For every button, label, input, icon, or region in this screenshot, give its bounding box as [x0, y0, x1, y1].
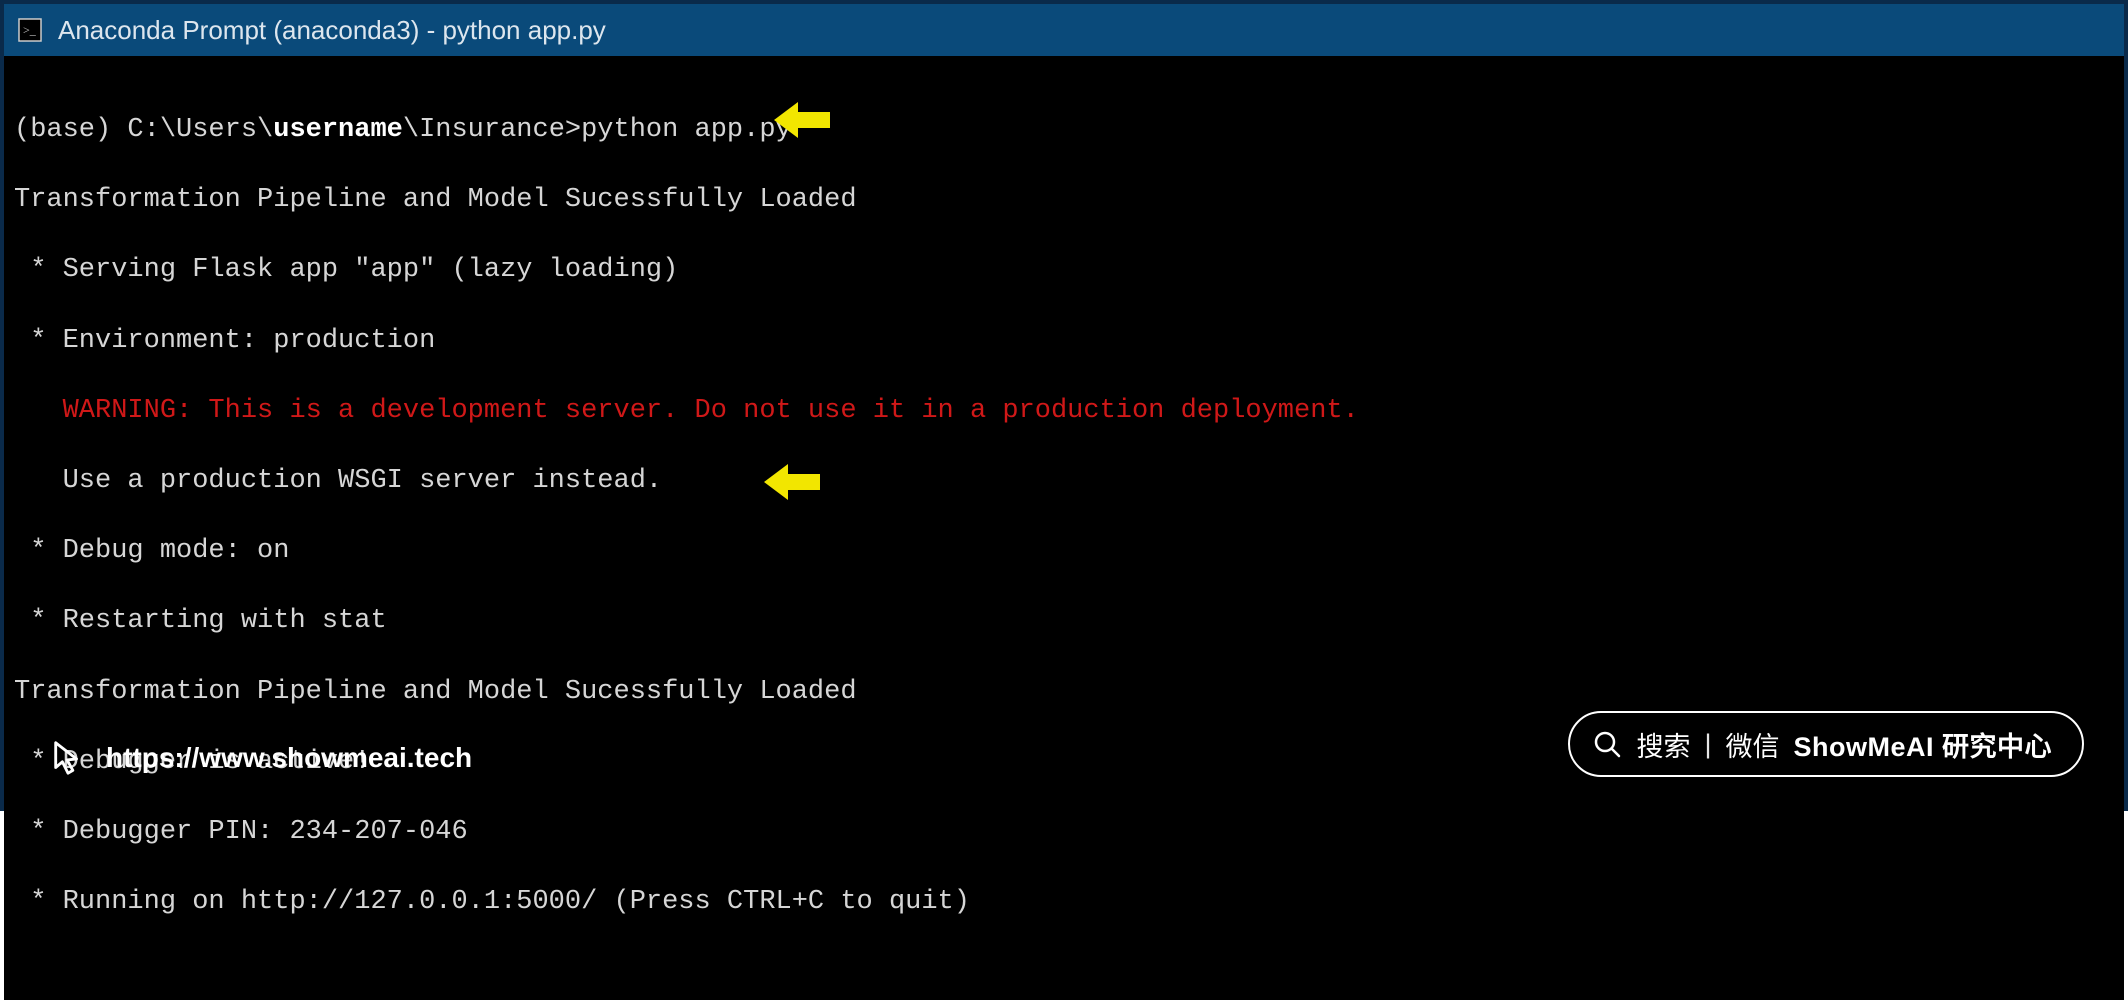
- search-pill[interactable]: 搜索 | 微信 ShowMeAI 研究中心: [1568, 711, 2084, 777]
- separator: |: [1704, 729, 1711, 760]
- output-line: * Running on http://127.0.0.1:5000/ (Pre…: [14, 885, 2114, 920]
- terminal-output[interactable]: (base) C:\Users\username\Insurance>pytho…: [4, 56, 2124, 1000]
- output-line: * Debug mode: on: [14, 534, 2114, 569]
- search-icon: [1592, 729, 1622, 759]
- output-line: * Debugger PIN: 234-207-046: [14, 815, 2114, 850]
- annotation-arrow-icon: [774, 100, 830, 140]
- search-label: 搜索: [1636, 725, 1690, 764]
- title-bar[interactable]: >_ Anaconda Prompt (anaconda3) - python …: [4, 4, 2124, 56]
- output-line: * Environment: production: [14, 324, 2114, 359]
- terminal-window: >_ Anaconda Prompt (anaconda3) - python …: [0, 0, 2128, 811]
- wechat-label: 微信: [1725, 725, 1779, 764]
- output-line: * Serving Flask app "app" (lazy loading): [14, 253, 2114, 288]
- warning-text: WARNING: This is a development server. D…: [63, 396, 1359, 426]
- svg-text:>_: >_: [23, 23, 37, 37]
- footer-url: https://www.showmeai.tech: [106, 742, 472, 774]
- output-line: Transformation Pipeline and Model Sucess…: [14, 183, 2114, 218]
- prompt-suffix: \Insurance>python app.py: [403, 115, 792, 145]
- prompt-username: username: [273, 115, 403, 145]
- window-title: Anaconda Prompt (anaconda3) - python app…: [58, 15, 606, 46]
- prompt-line: (base) C:\Users\username\Insurance>pytho…: [14, 113, 2114, 148]
- annotation-arrow-icon: [764, 462, 820, 502]
- output-line: * Restarting with stat: [14, 604, 2114, 639]
- app-icon: >_: [18, 18, 42, 42]
- output-line: Transformation Pipeline and Model Sucess…: [14, 675, 2114, 710]
- brand-label: ShowMeAI 研究中心: [1793, 725, 2052, 764]
- output-line: WARNING: This is a development server. D…: [14, 394, 2114, 429]
- footer-watermark: https://www.showmeai.tech: [50, 739, 472, 777]
- prompt-prefix: (base) C:\Users\: [14, 115, 273, 145]
- indent: [14, 396, 63, 426]
- cursor-icon: [50, 739, 88, 777]
- output-line: Use a production WSGI server instead.: [14, 464, 2114, 499]
